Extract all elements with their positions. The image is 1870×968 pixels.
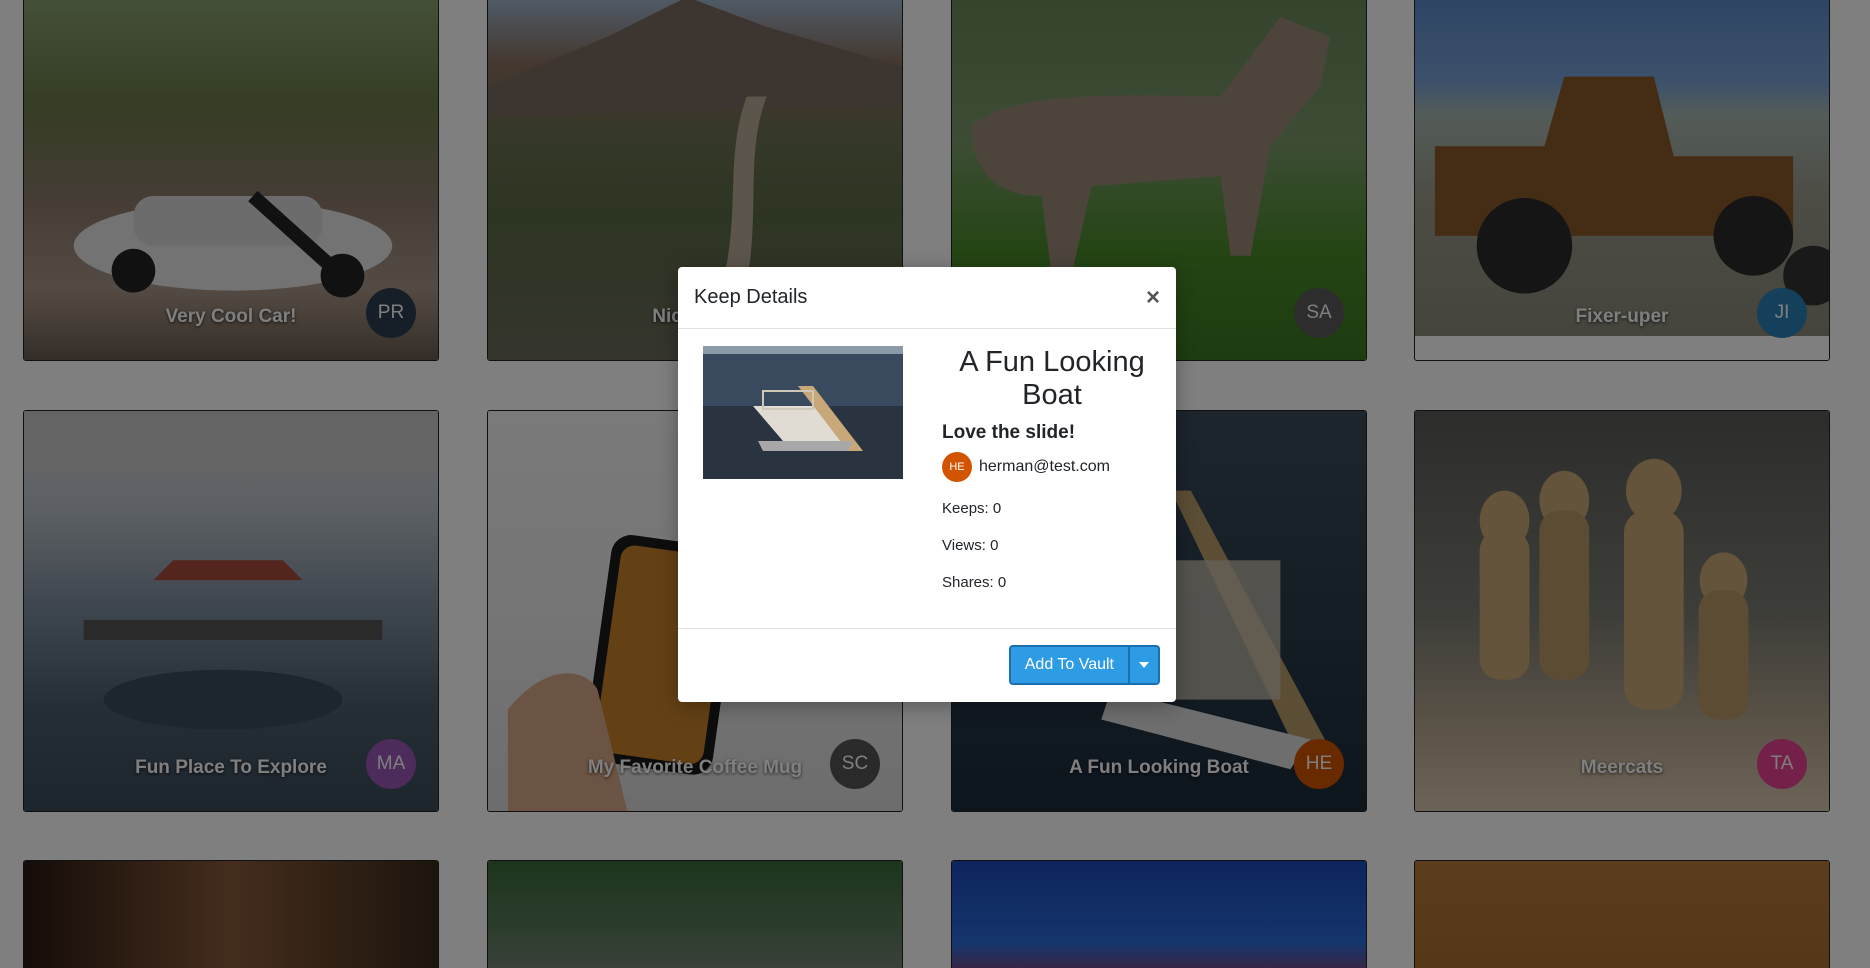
caret-down-icon (1139, 662, 1149, 668)
shares-count: Shares: 0 (942, 574, 1007, 591)
keep-image (703, 346, 903, 479)
modal-footer: Add To Vault (678, 628, 1176, 702)
modal-body: A Fun Looking Boat Love the slide! HE he… (678, 329, 1176, 629)
vault-dropdown-toggle[interactable] (1128, 645, 1160, 685)
close-icon[interactable]: × (1146, 285, 1160, 310)
views-count: Views: 0 (942, 537, 999, 554)
add-to-vault-button[interactable]: Add To Vault (1008, 645, 1128, 685)
creator-email: herman@test.com (979, 458, 1110, 475)
modal-title: Keep Details (694, 286, 808, 308)
keep-info: A Fun Looking Boat Love the slide! HE he… (942, 346, 1162, 591)
modal-header: Keep Details × (678, 267, 1176, 329)
keep-description: Love the slide! (942, 422, 1076, 443)
keeps-count: Keeps: 0 (942, 500, 1002, 517)
creator[interactable]: HE herman@test.com (942, 452, 1162, 482)
keep-details-modal: Keep Details × A Fun Looking Boat Love t… (678, 267, 1176, 702)
creator-avatar[interactable]: HE (942, 452, 972, 482)
keep-name: A Fun Looking Boat (959, 346, 1145, 411)
add-to-vault-group: Add To Vault (1008, 645, 1160, 685)
boat-thumbnail (703, 346, 903, 479)
